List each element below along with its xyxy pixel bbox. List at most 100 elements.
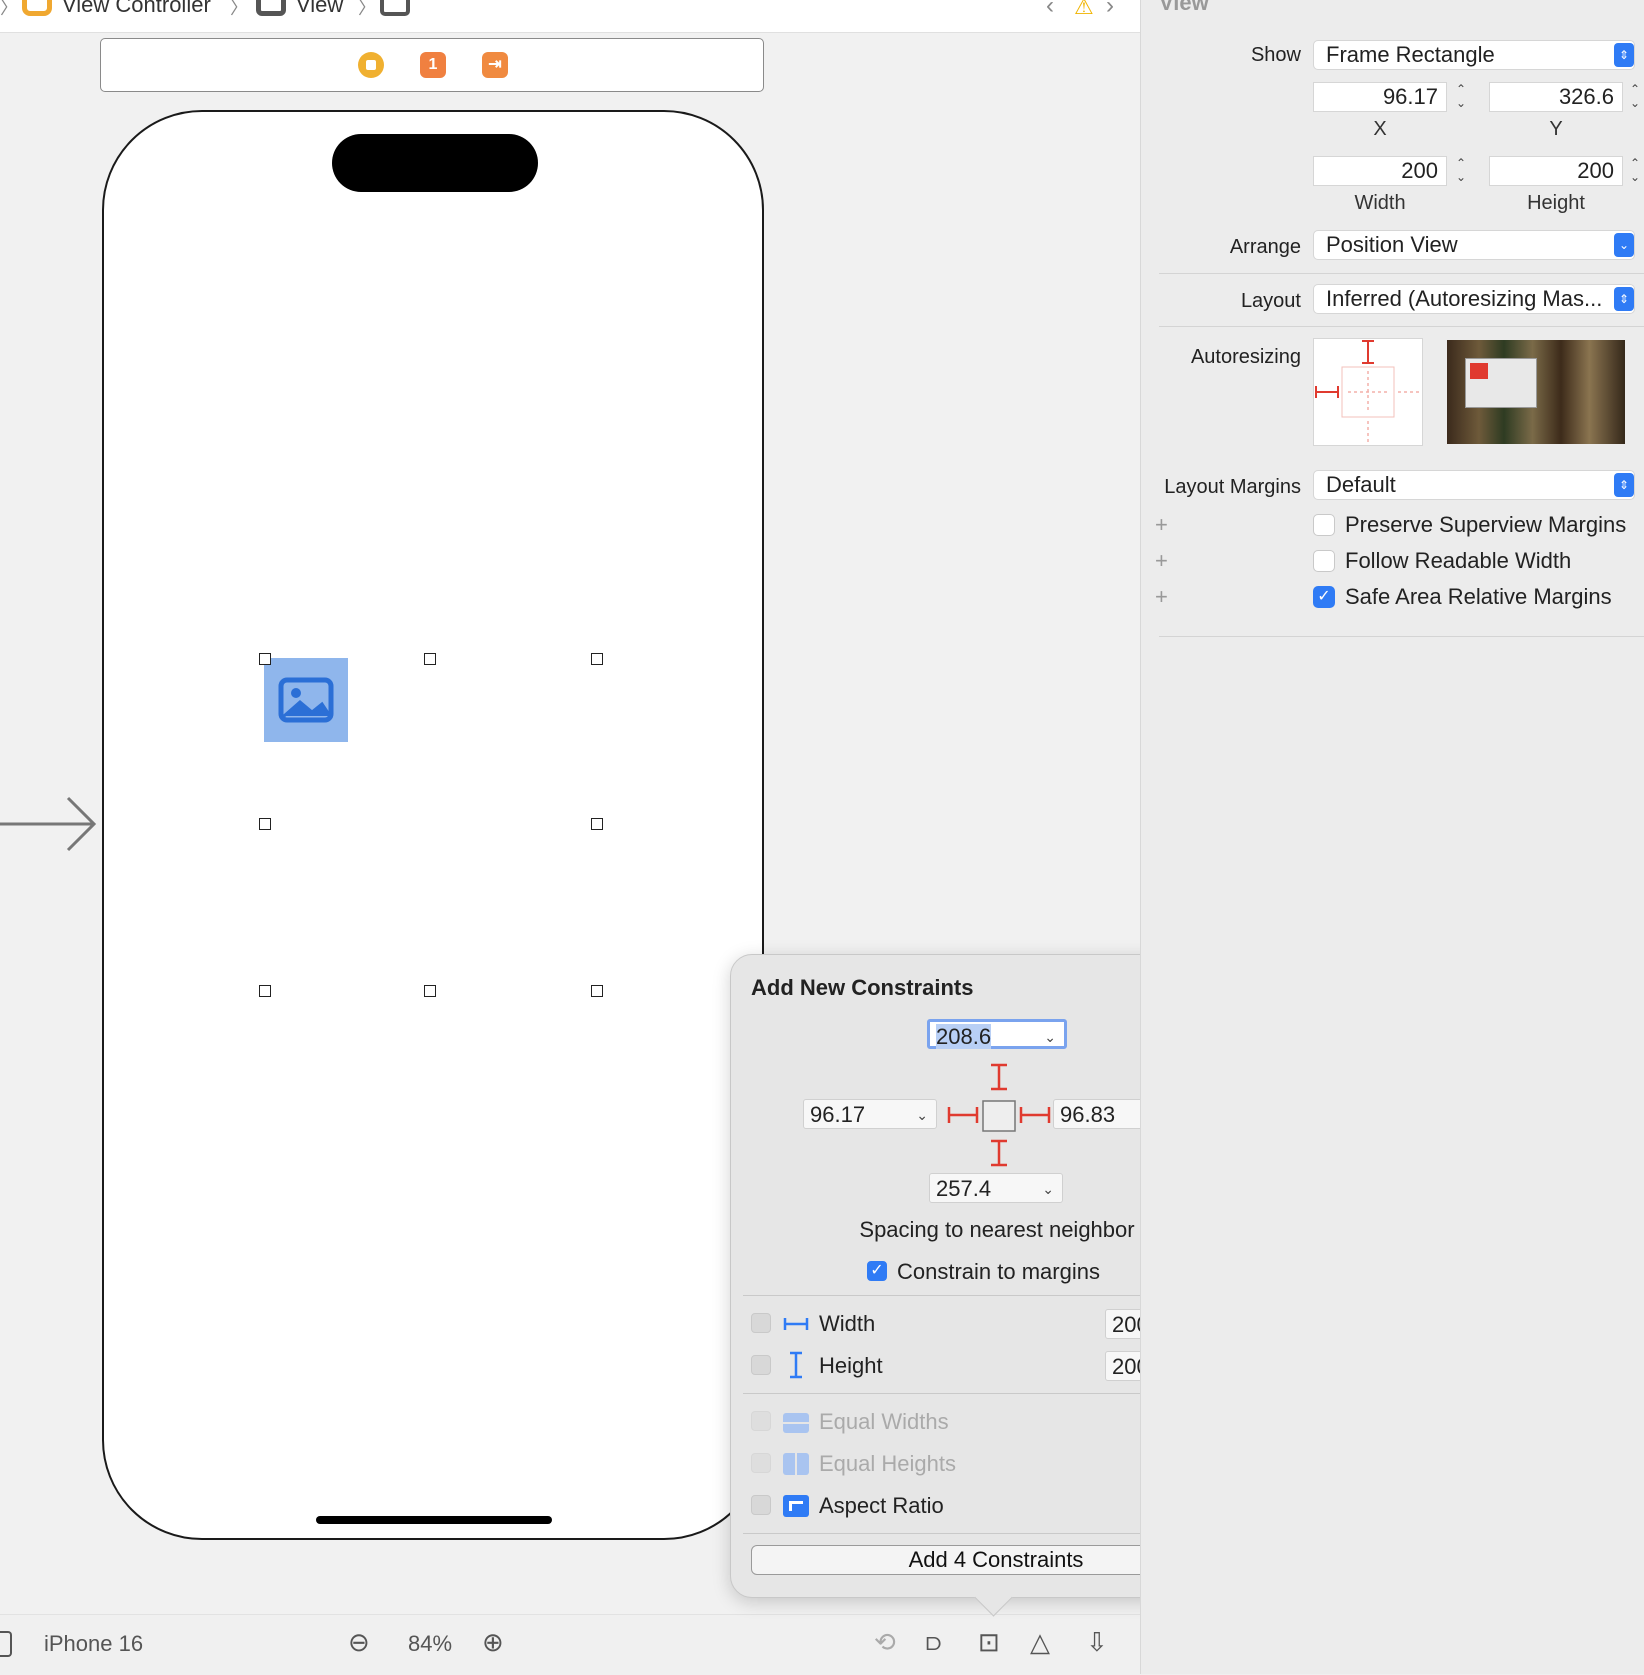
add-variation-icon[interactable]: + bbox=[1155, 512, 1168, 538]
resize-handle-bottom-left[interactable] bbox=[259, 985, 271, 997]
breadcrumb-separator: 〉 bbox=[358, 0, 376, 18]
popup-arrows-icon: ⇕ bbox=[1614, 43, 1634, 67]
view-icon bbox=[256, 0, 286, 16]
autoresizing-mask-control[interactable] bbox=[1313, 338, 1423, 446]
first-responder-icon[interactable]: 1 bbox=[420, 52, 446, 78]
resize-handle-top[interactable] bbox=[424, 653, 436, 665]
breadcrumb-item-view[interactable]: View bbox=[296, 0, 343, 18]
resize-handle-bottom[interactable] bbox=[424, 985, 436, 997]
y-stepper-icon[interactable]: ⌃ ⌄ bbox=[1625, 82, 1644, 112]
zoom-out-icon[interactable]: ⊖ bbox=[348, 1627, 370, 1658]
height-label: Height bbox=[1527, 192, 1585, 214]
zoom-in-icon[interactable]: ⊕ bbox=[482, 1627, 504, 1658]
layout-label: Layout bbox=[1240, 290, 1301, 312]
safe-area-relative-margins-label: Safe Area Relative Margins bbox=[1345, 584, 1612, 609]
autoresizing-preview-image bbox=[1447, 340, 1625, 444]
next-issue-icon[interactable]: › bbox=[1106, 0, 1114, 20]
image-view[interactable] bbox=[264, 658, 348, 742]
dynamic-island bbox=[332, 134, 538, 192]
follow-readable-width-checkbox[interactable] bbox=[1313, 550, 1335, 572]
autoresizing-preview-view bbox=[1465, 358, 1537, 408]
height-field[interactable]: 200 bbox=[1489, 156, 1623, 186]
safe-area-relative-margins-checkbox[interactable]: ✓ bbox=[1313, 586, 1335, 608]
add-variation-icon[interactable]: + bbox=[1155, 548, 1168, 574]
top-spacing-field[interactable]: 208.6 ⌄ bbox=[927, 1019, 1067, 1049]
initial-view-controller-arrow-icon bbox=[0, 796, 97, 852]
resize-handle-top-left[interactable] bbox=[259, 653, 271, 665]
trailing-spacing-value: 96.83 bbox=[1060, 1102, 1116, 1127]
device-selector[interactable]: iPhone 16 bbox=[44, 1631, 143, 1657]
x-stepper-icon[interactable]: ⌃ ⌄ bbox=[1451, 82, 1471, 112]
separator bbox=[1159, 636, 1644, 637]
device-icon[interactable] bbox=[0, 1631, 12, 1657]
warning-icon[interactable]: ⚠ bbox=[1074, 0, 1094, 20]
show-popup[interactable]: Frame Rectangle ⇕ bbox=[1313, 40, 1635, 70]
previous-issue-icon[interactable]: ‹ bbox=[1046, 0, 1054, 20]
arrange-value: Position View bbox=[1326, 232, 1458, 257]
autoresizing-struts-icon bbox=[1315, 340, 1420, 443]
breadcrumb-item-view-controller[interactable]: View Controller bbox=[62, 0, 211, 18]
breadcrumb-separator: 〉 bbox=[230, 0, 248, 18]
exit-icon[interactable]: ⇥ bbox=[482, 52, 508, 78]
width-stepper-icon[interactable]: ⌃ ⌄ bbox=[1451, 156, 1471, 186]
chevron-down-icon[interactable]: ⌄ bbox=[1044, 1022, 1056, 1052]
breadcrumb: 〉 View Controller 〉 View 〉 ‹ ⚠ › bbox=[0, 0, 1140, 33]
leading-spacing-field[interactable]: 96.17 ⌄ bbox=[803, 1099, 937, 1129]
layout-margins-popup[interactable]: Default ⇕ bbox=[1313, 470, 1635, 500]
home-indicator bbox=[316, 1516, 552, 1524]
height-stepper-icon[interactable]: ⌃ ⌄ bbox=[1625, 156, 1644, 186]
layout-popup[interactable]: Inferred (Autoresizing Mas... ⇕ bbox=[1313, 284, 1635, 314]
chevron-down-icon[interactable]: ⌄ bbox=[916, 1100, 928, 1130]
width-field[interactable]: 200 bbox=[1313, 156, 1447, 186]
aspect-ratio-checkbox[interactable] bbox=[751, 1495, 771, 1515]
add-new-constraints-icon[interactable]: ⊡ bbox=[978, 1627, 1000, 1658]
y-label: Y bbox=[1549, 118, 1563, 140]
aspect-ratio-icon bbox=[783, 1495, 809, 1517]
image-view-icon[interactable] bbox=[380, 0, 410, 16]
aspect-ratio-label: Aspect Ratio bbox=[819, 1493, 944, 1518]
constrain-to-margins-checkbox[interactable]: ✓ bbox=[867, 1261, 887, 1281]
height-label: Height bbox=[819, 1353, 883, 1378]
image-placeholder-icon bbox=[278, 677, 334, 723]
bottom-spacing-field[interactable]: 257.4 ⌄ bbox=[929, 1173, 1063, 1203]
height-checkbox[interactable] bbox=[751, 1355, 771, 1375]
iphone-scene-view[interactable] bbox=[102, 110, 764, 1540]
update-frames-icon[interactable]: ⟲ bbox=[874, 1627, 896, 1658]
show-label: Show bbox=[1250, 44, 1301, 66]
align-icon[interactable]: ⫐ bbox=[926, 1627, 941, 1659]
equal-heights-icon bbox=[783, 1453, 809, 1475]
canvas-bottom-bar: iPhone 16 ⊖ 84% ⊕ ⟲ ⫐ ⊡ △ ⇩ bbox=[0, 1614, 1140, 1675]
chevron-down-icon[interactable]: ⌄ bbox=[1042, 1174, 1054, 1204]
width-label: Width bbox=[819, 1311, 876, 1336]
equal-widths-icon bbox=[783, 1413, 809, 1433]
x-field[interactable]: 96.17 bbox=[1313, 82, 1447, 112]
chevron-down-icon: ⌄ bbox=[1614, 233, 1634, 257]
y-field[interactable]: 326.6 bbox=[1489, 82, 1623, 112]
resize-handle-top-right[interactable] bbox=[591, 653, 603, 665]
autoresizing-label: Autoresizing bbox=[1190, 346, 1301, 368]
preserve-superview-margins-checkbox[interactable] bbox=[1313, 514, 1335, 536]
constrain-to-margins-label: Constrain to margins bbox=[897, 1259, 1100, 1284]
add-variation-icon[interactable]: + bbox=[1155, 584, 1168, 610]
size-inspector: View Show Frame Rectangle ⇕ 96.17 ⌃ ⌄ X 3… bbox=[1140, 0, 1644, 1674]
resolve-auto-layout-issues-icon[interactable]: △ bbox=[1030, 1627, 1050, 1658]
show-value: Frame Rectangle bbox=[1326, 42, 1495, 67]
width-checkbox[interactable] bbox=[751, 1313, 771, 1333]
top-spacing-value: 208.6 bbox=[936, 1024, 992, 1049]
resize-handle-bottom-right[interactable] bbox=[591, 985, 603, 997]
resize-handle-left[interactable] bbox=[259, 818, 271, 830]
arrange-popup[interactable]: Position View ⌄ bbox=[1313, 230, 1635, 260]
preserve-superview-margins-label: Preserve Superview Margins bbox=[1345, 512, 1627, 537]
separator bbox=[1159, 326, 1644, 327]
inspector-section-title: View bbox=[1159, 0, 1209, 15]
resize-handle-right[interactable] bbox=[591, 818, 603, 830]
scene-dock: 1 ⇥ bbox=[100, 38, 764, 92]
equal-heights-label: Equal Heights bbox=[819, 1451, 956, 1476]
view-controller-icon[interactable] bbox=[358, 52, 384, 78]
width-icon bbox=[783, 1318, 809, 1330]
equal-widths-checkbox bbox=[751, 1411, 771, 1431]
equal-widths-label: Equal Widths bbox=[819, 1409, 949, 1434]
equal-heights-checkbox bbox=[751, 1453, 771, 1473]
embed-in-icon[interactable]: ⇩ bbox=[1086, 1627, 1108, 1658]
popover-title: Add New Constraints bbox=[751, 975, 974, 1000]
